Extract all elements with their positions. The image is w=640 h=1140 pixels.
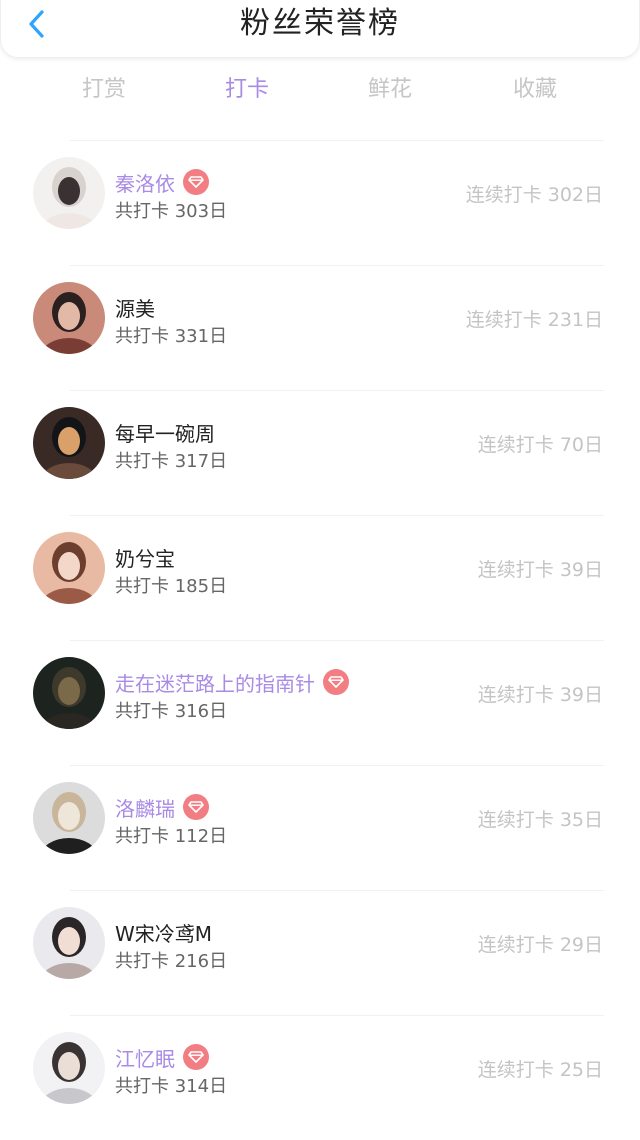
vip-badge — [183, 1044, 209, 1070]
diamond-icon — [188, 1051, 204, 1063]
fan-name[interactable]: 每早一碗周 — [115, 418, 215, 447]
fan-row[interactable]: 源美共打卡 331日 连续打卡 231日 — [0, 265, 640, 390]
streak-checkin: 连续打卡 39日 — [477, 684, 603, 706]
streak-checkin: 连续打卡 70日 — [477, 434, 603, 456]
fan-row[interactable]: 江忆眠共打卡 314日 连续打卡 25日 — [0, 1015, 640, 1140]
fan-name[interactable]: 洛麟瑞 — [115, 793, 175, 822]
avatar[interactable] — [33, 1032, 105, 1104]
fan-row[interactable]: 洛麟瑞共打卡 112日 连续打卡 35日 — [0, 765, 640, 890]
page-title: 粉丝荣誉榜 — [240, 6, 400, 41]
streak-checkin: 连续打卡 39日 — [477, 559, 603, 581]
avatar[interactable] — [33, 657, 105, 729]
total-checkin: 共打卡 331日 — [115, 326, 228, 347]
fan-name[interactable]: 江忆眠 — [115, 1043, 175, 1072]
streak-checkin: 连续打卡 29日 — [477, 934, 603, 956]
streak-checkin: 连续打卡 302日 — [465, 184, 603, 206]
vip-badge — [183, 794, 209, 820]
name-line: W宋冷鸢M — [115, 918, 212, 946]
avatar[interactable] — [33, 157, 105, 229]
name-line: 洛麟瑞 — [115, 793, 209, 821]
name-line: 秦洛依 — [115, 168, 209, 196]
streak-checkin: 连续打卡 25日 — [477, 1059, 603, 1081]
name-line: 源美 — [115, 293, 155, 321]
streak-checkin: 连续打卡 231日 — [465, 309, 603, 331]
tab-checkin[interactable]: 打卡 — [207, 68, 287, 112]
fan-row[interactable]: 秦洛依共打卡 303日 连续打卡 302日 — [0, 140, 640, 265]
fan-name[interactable]: 秦洛依 — [115, 168, 175, 197]
total-checkin: 共打卡 314日 — [115, 1076, 228, 1097]
diamond-icon — [188, 176, 204, 188]
total-checkin: 共打卡 185日 — [115, 576, 228, 597]
tab-flower[interactable]: 鲜花 — [350, 68, 430, 112]
tab-tip[interactable]: 打赏 — [64, 68, 144, 112]
diamond-icon — [188, 801, 204, 813]
fan-name[interactable]: 奶兮宝 — [115, 543, 175, 572]
diamond-icon — [328, 676, 344, 688]
fan-row[interactable]: W宋冷鸢M 共打卡 216日 连续打卡 29日 — [0, 890, 640, 1015]
fan-row[interactable]: 每早一碗周共打卡 317日 连续打卡 70日 — [0, 390, 640, 515]
fan-list: 秦洛依共打卡 303日 连续打卡 302日源美共打卡 331日 连续打卡 231日每… — [0, 140, 640, 1140]
fan-row[interactable]: 奶兮宝共打卡 185日 连续打卡 39日 — [0, 515, 640, 640]
name-line: 江忆眠 — [115, 1043, 209, 1071]
total-checkin: 共打卡 316日 — [115, 701, 228, 722]
total-checkin: 共打卡 112日 — [115, 826, 228, 847]
fan-row[interactable]: 走在迷茫路上的指南针共打卡 316日 连续打卡 39日 — [0, 640, 640, 765]
fan-name[interactable]: 走在迷茫路上的指南针 — [115, 668, 315, 697]
vip-badge — [323, 669, 349, 695]
avatar[interactable] — [33, 282, 105, 354]
tab-bar: 打赏 打卡 鲜花 收藏 — [0, 68, 640, 112]
name-line: 走在迷茫路上的指南针 — [115, 668, 349, 696]
total-checkin: 共打卡 216日 — [115, 951, 228, 972]
avatar[interactable] — [33, 532, 105, 604]
tab-favorite[interactable]: 收藏 — [495, 68, 575, 112]
top-bar: 粉丝荣誉榜 — [0, 0, 640, 58]
total-checkin: 共打卡 303日 — [115, 201, 228, 222]
name-line: 每早一碗周 — [115, 418, 215, 446]
streak-checkin: 连续打卡 35日 — [477, 809, 603, 831]
fan-name[interactable]: 源美 — [115, 293, 155, 322]
vip-badge — [183, 169, 209, 195]
name-line: 奶兮宝 — [115, 543, 175, 571]
avatar[interactable] — [33, 407, 105, 479]
total-checkin: 共打卡 317日 — [115, 451, 228, 472]
avatar[interactable] — [33, 907, 105, 979]
fan-name[interactable]: W宋冷鸢M — [115, 918, 212, 947]
avatar[interactable] — [33, 782, 105, 854]
